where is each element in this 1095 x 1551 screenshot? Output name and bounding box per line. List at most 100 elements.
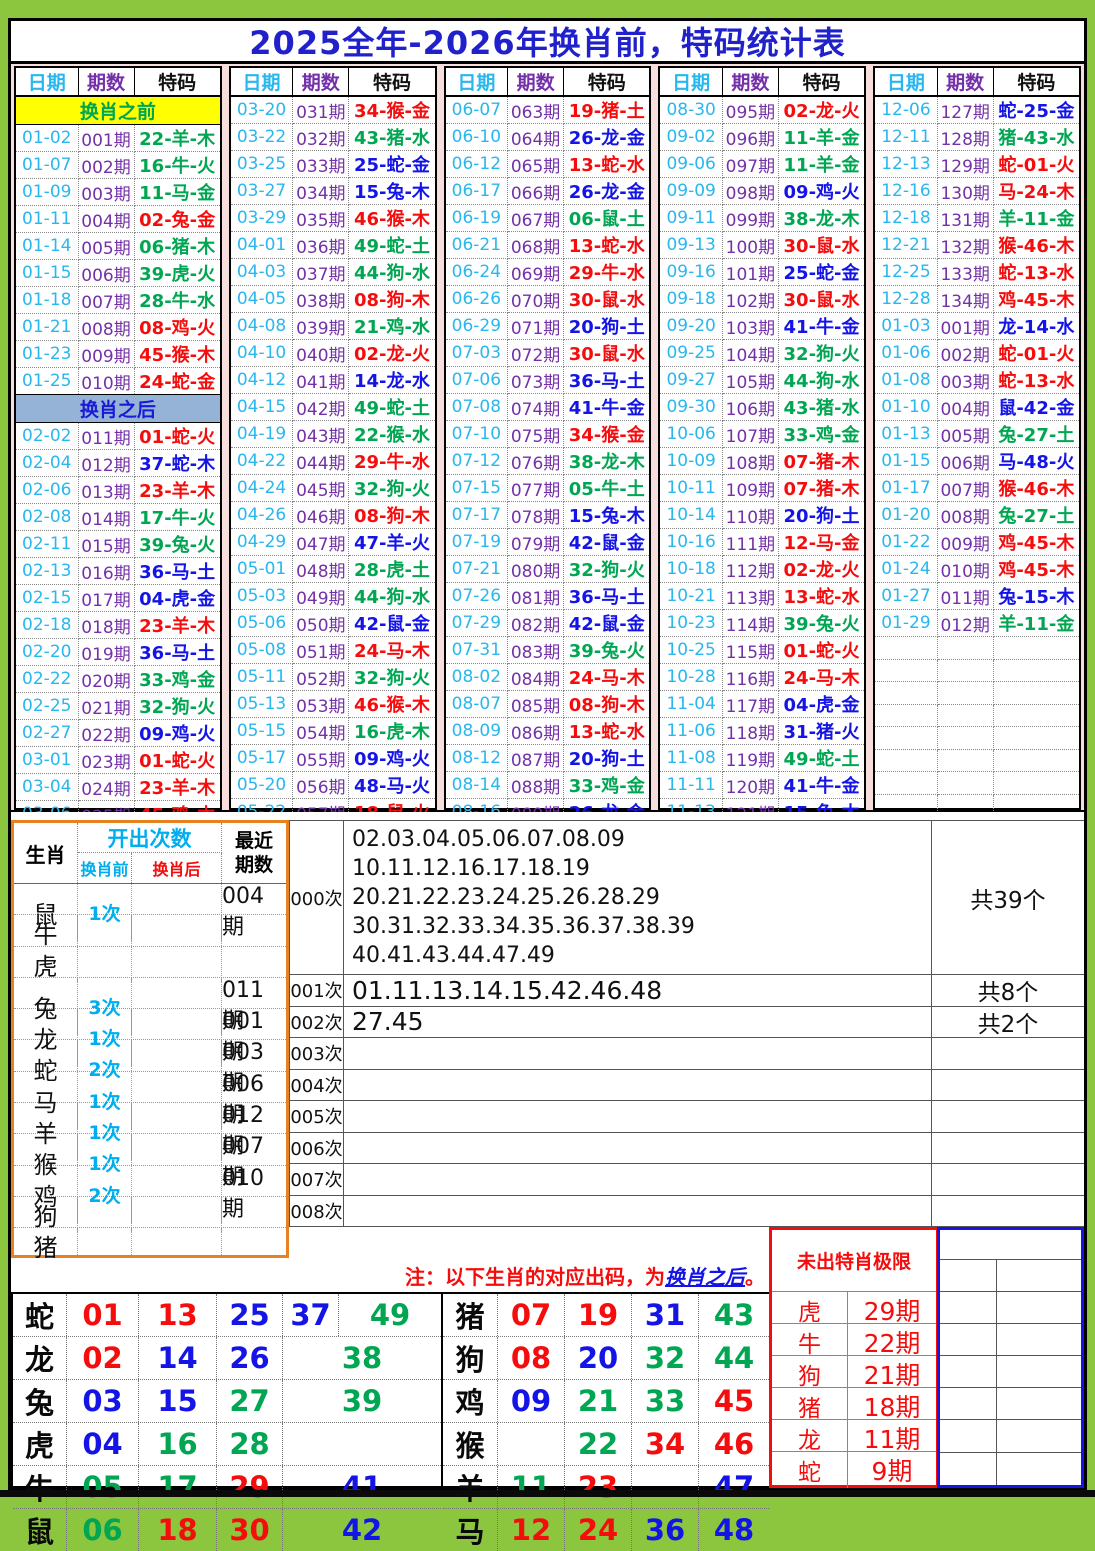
date-cell: 08-30 xyxy=(660,96,723,124)
date-cell: 06-24 xyxy=(445,258,509,286)
limit-period-cell: 18期 xyxy=(863,1393,921,1423)
map-number-cell: 49 xyxy=(369,1298,411,1332)
draw-row: 04-19 043期 22-猴-水 xyxy=(230,420,435,448)
date-cell xyxy=(875,681,938,705)
special-code-cell: 04-虎-金 xyxy=(134,584,220,612)
draw-row: 01-20 008期 兔-27-土 xyxy=(875,501,1079,529)
special-code-cell: 33-鸡-金 xyxy=(563,771,650,799)
period-cell: 054期 xyxy=(292,717,350,745)
date-cell: 07-12 xyxy=(445,447,509,475)
period-cell: 088期 xyxy=(507,771,565,799)
period-cell: 051期 xyxy=(292,636,350,664)
draw-row: 06-26 070期 30-鼠-水 xyxy=(445,285,650,313)
section-banner-label: 换肖之后 xyxy=(16,394,220,423)
special-code-cell: 29-牛-水 xyxy=(563,258,650,286)
map-number-cell: 11 xyxy=(498,1466,565,1508)
date-cell: 05-15 xyxy=(230,717,294,745)
special-code-cell: 30-鼠-水 xyxy=(778,285,865,313)
numbers-line: 40.41.43.44.47.49 xyxy=(352,943,555,968)
period-cell: 083期 xyxy=(507,636,565,664)
draw-row: 03-29 035期 46-猴-木 xyxy=(230,204,435,232)
frequency-total xyxy=(932,1070,1084,1101)
period-cell: 006期 xyxy=(78,259,135,287)
period-cell xyxy=(937,771,994,795)
frequency-numbers xyxy=(344,1101,932,1132)
map-number-cell: 34 xyxy=(632,1423,699,1465)
special-code-cell: 09-鸡-火 xyxy=(778,177,865,205)
draw-table-header: 日期 期数 特码 xyxy=(445,68,650,97)
date-cell: 06-10 xyxy=(445,123,509,151)
frequency-label: 000次 xyxy=(289,821,344,974)
date-cell: 09-25 xyxy=(660,339,723,367)
date-cell: 09-27 xyxy=(660,366,723,394)
map-zodiac-cell: 蛇 xyxy=(13,1294,67,1336)
map-number-cell: 42 xyxy=(341,1513,383,1547)
period-cell: 043期 xyxy=(292,420,350,448)
zodiac-number-map-right: 猪 07 19 31 43 狗 08 20 32 44 鸡 09 21 33 45 猴 22 34 46 羊 11 23 4… xyxy=(441,1292,771,1551)
period-cell: 087期 xyxy=(507,744,565,772)
zodiac-stats-row: 蛇 2次 003期 xyxy=(14,1040,286,1098)
draw-row: 06-17 066期 26-龙-金 xyxy=(445,177,650,205)
frequency-total xyxy=(932,1164,1084,1195)
period-cell: 112期 xyxy=(722,555,779,583)
date-cell: 04-08 xyxy=(230,312,294,340)
period-cell: 003期 xyxy=(937,366,994,394)
count-after-cell xyxy=(132,1196,222,1232)
period-cell: 021期 xyxy=(78,692,135,720)
date-cell: 01-17 xyxy=(875,474,938,502)
period-cell xyxy=(937,681,994,705)
draw-row: 01-02 001期 22-羊-木 xyxy=(16,124,220,152)
limit-period-cell: 11期 xyxy=(863,1425,921,1455)
period-cell: 005期 xyxy=(937,420,994,448)
draw-row: 04-22 044期 29-牛-水 xyxy=(230,447,435,475)
period-cell: 019期 xyxy=(78,638,135,666)
date-cell: 07-10 xyxy=(445,420,509,448)
zodiac-number-map-left: 蛇 01 13 25 37 49 龙 02 14 26 38 兔 03 15 27 39 虎 04 16 28 牛 05 1… xyxy=(11,1292,443,1551)
count-before-cell xyxy=(78,1196,132,1232)
date-cell: 10-21 xyxy=(660,582,723,610)
count-before-cell xyxy=(78,946,132,982)
special-code-cell: 43-猪-水 xyxy=(348,123,435,151)
special-code-cell: 22-羊-木 xyxy=(134,124,220,152)
col-header: 日期 xyxy=(16,68,79,97)
date-cell: 01-21 xyxy=(16,313,79,341)
draw-row: 12-21 132期 猴-46-木 xyxy=(875,231,1079,259)
draw-row: 04-08 039期 21-鸡-水 xyxy=(230,312,435,340)
page-title: 2025全年-2026年换肖前，特码统计表 xyxy=(249,24,846,62)
draw-row: 08-02 084期 24-马-木 xyxy=(445,663,650,691)
date-cell: 04-12 xyxy=(230,366,294,394)
note-text: 注：以下生肖的对应出码，为 xyxy=(405,1264,665,1289)
special-code-cell: 02-龙-火 xyxy=(348,339,435,367)
map-number-cell: 32 xyxy=(632,1337,699,1379)
col-header: 期数 xyxy=(292,68,350,97)
period-cell: 120期 xyxy=(722,771,779,799)
date-cell: 11-11 xyxy=(660,771,723,799)
draw-row: 02-13 016期 36-马-土 xyxy=(16,557,220,585)
special-code-cell: 06-猪-木 xyxy=(134,232,220,260)
draw-row: 01-22 009期 鸡-45-木 xyxy=(875,528,1079,556)
zodiac-stats-row: 鼠 1次 004期 xyxy=(14,884,286,941)
period-cell: 045期 xyxy=(292,474,350,502)
limit-zodiac-cell: 狗 xyxy=(772,1356,848,1393)
special-code-cell: 32-狗-火 xyxy=(134,692,220,720)
map-row: 蛇 01 13 25 37 49 xyxy=(13,1294,441,1337)
limit-period-cell: 21期 xyxy=(863,1361,921,1391)
special-code-cell: 31-猪-火 xyxy=(778,717,865,745)
map-row: 兔 03 15 27 39 xyxy=(13,1380,441,1423)
blue-box-row xyxy=(940,1420,1081,1453)
special-code-cell: 12-马-金 xyxy=(778,528,865,556)
map-zodiac-cell: 猪 xyxy=(443,1294,498,1336)
period-cell: 035期 xyxy=(292,204,350,232)
date-cell: 02-22 xyxy=(16,665,79,693)
period-cell: 008期 xyxy=(78,313,135,341)
draw-row: 03-22 032期 43-猪-水 xyxy=(230,123,435,151)
numbers-line: 01.11.13.14.15.42.46.48 xyxy=(352,975,663,1005)
date-cell: 09-30 xyxy=(660,393,723,421)
blue-box-cell xyxy=(940,1260,997,1292)
draw-row: 05-13 053期 46-猴-木 xyxy=(230,690,435,718)
special-code-cell: 鸡-45-木 xyxy=(993,528,1079,556)
special-code-cell: 32-狗-火 xyxy=(348,474,435,502)
draw-row: 10-21 113期 13-蛇-水 xyxy=(660,582,865,610)
period-cell: 104期 xyxy=(722,339,779,367)
draw-table: 日期 期数 特码 12-06 127期 蛇-25-金 12-11 128期 猪-43-水 12-1… xyxy=(875,68,1079,907)
